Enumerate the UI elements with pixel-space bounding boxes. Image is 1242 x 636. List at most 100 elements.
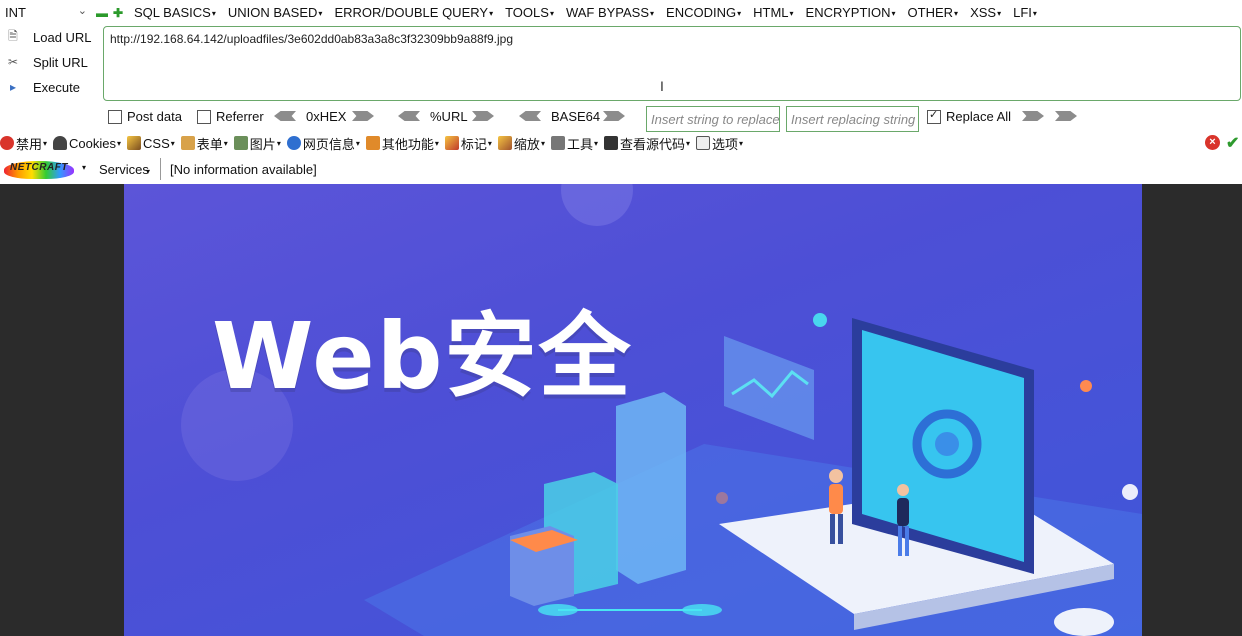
play-icon: ▸ bbox=[9, 80, 17, 94]
toolbar-css[interactable]: CSS bbox=[127, 136, 175, 151]
menu-xss[interactable]: XSS bbox=[970, 5, 1001, 20]
split-url-label: Split URL bbox=[33, 54, 88, 70]
image-icon bbox=[233, 136, 248, 150]
execute-button[interactable]: ▸ Execute bbox=[0, 76, 80, 98]
menu-encoding[interactable]: ENCODING bbox=[666, 5, 741, 20]
hex-label: 0xHEX bbox=[306, 109, 347, 124]
check-icon[interactable]: ✔ bbox=[1226, 133, 1239, 153]
split-url-button[interactable]: ✂ Split URL bbox=[0, 51, 88, 73]
toolbar-view-source-label: 查看源代码 bbox=[619, 136, 685, 152]
info-icon bbox=[286, 136, 301, 150]
post-data-checkbox[interactable] bbox=[108, 110, 122, 124]
toolbar-misc-label: 其他功能 bbox=[381, 136, 434, 152]
options-icon bbox=[696, 136, 711, 150]
netcraft-logo[interactable]: NETCRAFT bbox=[4, 161, 74, 179]
toolbar-page-info[interactable]: 网页信息 bbox=[286, 134, 360, 153]
toolbar-resize[interactable]: 缩放 bbox=[497, 134, 545, 153]
menu-other[interactable]: OTHER bbox=[908, 5, 959, 20]
load-url-icon: 🗎 bbox=[8, 28, 18, 43]
toolbar-forms-label: 表单 bbox=[196, 136, 223, 152]
image-viewer: Web安全 bbox=[0, 184, 1242, 636]
toolbar-options-label: 选项 bbox=[712, 136, 739, 152]
services-menu[interactable]: Services bbox=[99, 162, 149, 177]
replace-back-arrow-icon[interactable] bbox=[1055, 111, 1077, 121]
services-chevron-icon: ▾ bbox=[146, 167, 151, 176]
menu-tools[interactable]: TOOLS bbox=[505, 5, 554, 20]
web-security-banner-image: Web安全 bbox=[124, 184, 1142, 636]
misc-icon bbox=[365, 136, 380, 150]
referrer-checkbox[interactable] bbox=[197, 110, 211, 124]
toolbar-page-info-label: 网页信息 bbox=[302, 136, 355, 152]
hackbar-menu-row: INT ⌄ ▬ ✚ SQL BASICS UNION BASED ERROR/D… bbox=[0, 0, 1242, 26]
url-text: http://192.168.64.142/uploadfiles/3e602d… bbox=[110, 32, 514, 46]
toolbar-tools[interactable]: 工具 bbox=[550, 134, 598, 153]
hackbar-menus: SQL BASICS UNION BASED ERROR/DOUBLE QUER… bbox=[134, 5, 1049, 20]
hackbar-options-row: Post data Referrer 0xHEX %URL BASE64 Ins… bbox=[0, 106, 1242, 132]
close-icon[interactable]: × bbox=[1205, 135, 1220, 150]
disable-icon bbox=[0, 136, 14, 150]
hex-decode-arrow-icon[interactable] bbox=[274, 111, 296, 121]
chevron-down-icon: ⌄ bbox=[77, 5, 87, 17]
replace-arrow-icon[interactable] bbox=[1022, 111, 1044, 121]
menu-waf-bypass[interactable]: WAF BYPASS bbox=[566, 5, 654, 20]
toolbar-images-label: 图片 bbox=[249, 136, 276, 152]
toolbar-outline[interactable]: 标记 bbox=[444, 134, 492, 153]
plus-icon[interactable]: ✚ bbox=[113, 6, 123, 20]
referrer-label: Referrer bbox=[216, 109, 264, 124]
banner-title: Web安全 bbox=[212, 303, 633, 410]
web-developer-toolbar: 禁用 Cookies CSS 表单 图片 网页信息 其他功能 标记 缩放 工具 … bbox=[0, 133, 1242, 153]
marker-icon bbox=[444, 136, 459, 150]
replacing-string-input[interactable]: Insert replacing string bbox=[786, 106, 919, 132]
base64-decode-arrow-icon[interactable] bbox=[519, 111, 541, 121]
url-decode-arrow-icon[interactable] bbox=[398, 111, 420, 121]
toolbar-cookies-label: Cookies bbox=[69, 135, 116, 151]
load-url-button[interactable]: 🗎 Load URL bbox=[0, 26, 92, 48]
scissors-icon: ✂ bbox=[7, 55, 19, 69]
base64-label: BASE64 bbox=[551, 109, 601, 124]
toolbar-options[interactable]: 选项 bbox=[696, 134, 743, 153]
toolbar-misc[interactable]: 其他功能 bbox=[365, 134, 439, 153]
tools-icon bbox=[550, 136, 565, 150]
text-cursor-icon: I bbox=[660, 78, 664, 94]
type-select[interactable]: INT ⌄ bbox=[2, 3, 90, 22]
menu-html[interactable]: HTML bbox=[753, 5, 793, 20]
resize-icon bbox=[497, 136, 512, 150]
toolbar-resize-label: 缩放 bbox=[513, 136, 540, 152]
replace-all-label: Replace All bbox=[946, 109, 1012, 124]
toolbar-tools-label: 工具 bbox=[566, 136, 593, 152]
execute-label: Execute bbox=[33, 79, 80, 95]
menu-error-double-query[interactable]: ERROR/DOUBLE QUERY bbox=[334, 5, 493, 20]
clipboard-icon bbox=[180, 136, 195, 150]
url-label: %URL bbox=[430, 109, 468, 124]
minus-icon[interactable]: ▬ bbox=[96, 6, 108, 20]
url-encode-arrow-icon[interactable] bbox=[472, 111, 494, 121]
menu-sql-basics[interactable]: SQL BASICS bbox=[134, 5, 216, 20]
post-data-label: Post data bbox=[127, 109, 182, 124]
replace-string-input[interactable]: Insert string to replace bbox=[646, 106, 780, 132]
source-icon bbox=[603, 136, 618, 150]
toolbar-cookies[interactable]: Cookies bbox=[53, 136, 121, 151]
toolbar-disable-label: 禁用 bbox=[16, 136, 43, 152]
menu-encryption[interactable]: ENCRYPTION bbox=[806, 5, 896, 20]
replace-all-checkbox[interactable] bbox=[927, 108, 941, 124]
toolbar-disable[interactable]: 禁用 bbox=[0, 134, 47, 153]
toolbar-view-source[interactable]: 查看源代码 bbox=[603, 134, 690, 153]
hackbar-panel: INT ⌄ ▬ ✚ SQL BASICS UNION BASED ERROR/D… bbox=[0, 0, 1242, 184]
user-icon bbox=[53, 136, 68, 150]
url-textarea[interactable]: http://192.168.64.142/uploadfiles/3e602d… bbox=[103, 26, 1241, 101]
type-select-value: INT bbox=[5, 5, 26, 20]
base64-encode-arrow-icon[interactable] bbox=[603, 111, 625, 121]
toolbar-images[interactable]: 图片 bbox=[233, 134, 281, 153]
toolbar-outline-label: 标记 bbox=[460, 136, 487, 152]
toolbar-divider bbox=[160, 158, 161, 180]
toolbar-forms[interactable]: 表单 bbox=[180, 134, 228, 153]
load-url-label: Load URL bbox=[33, 29, 92, 45]
menu-union-based[interactable]: UNION BASED bbox=[228, 5, 323, 20]
netcraft-menu-chevron-icon[interactable]: ▾ bbox=[82, 163, 86, 172]
menu-lfi[interactable]: LFI bbox=[1013, 5, 1037, 20]
netcraft-info: [No information available] bbox=[170, 162, 317, 177]
pencil-icon bbox=[127, 136, 142, 150]
toolbar-css-label: CSS bbox=[143, 135, 170, 151]
netcraft-toolbar: NETCRAFT ▾ Services ▾ [No information av… bbox=[0, 158, 1242, 182]
hex-encode-arrow-icon[interactable] bbox=[352, 111, 374, 121]
